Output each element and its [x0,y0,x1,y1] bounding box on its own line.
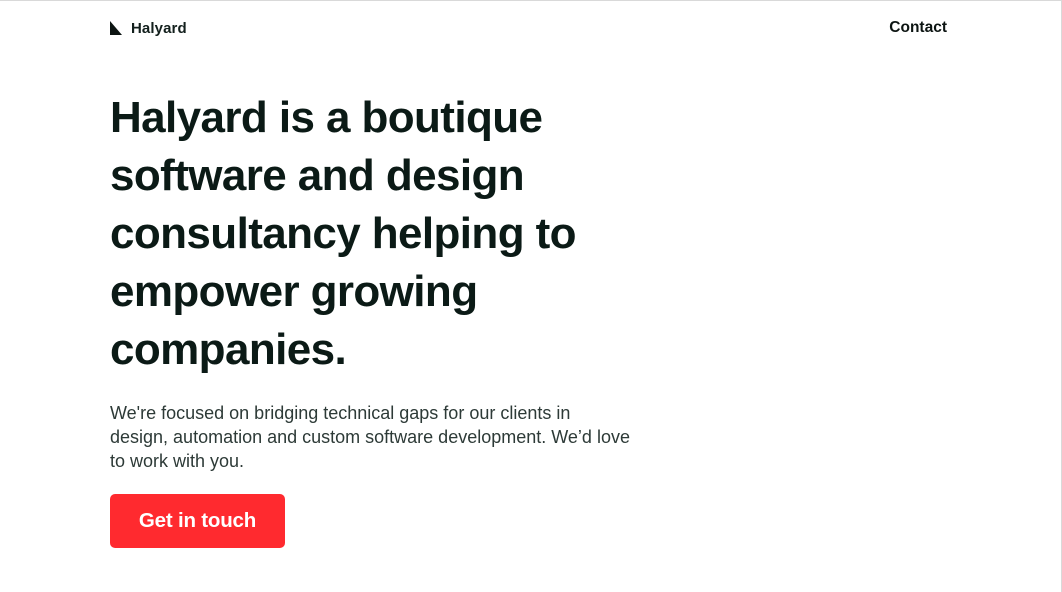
get-in-touch-button[interactable]: Get in touch [110,494,285,548]
site-header: Halyard Contact [110,19,947,43]
contact-link[interactable]: Contact [889,18,947,38]
brand-link[interactable]: Halyard [110,19,187,39]
halyard-logo-icon [110,21,122,35]
landing-page: Halyard Contact Halyard is a boutique so… [0,0,1062,592]
brand-name: Halyard [131,20,187,37]
hero-description: We're focused on bridging technical gaps… [110,403,630,471]
hero-title: Halyard is a boutique software and desig… [110,93,577,374]
